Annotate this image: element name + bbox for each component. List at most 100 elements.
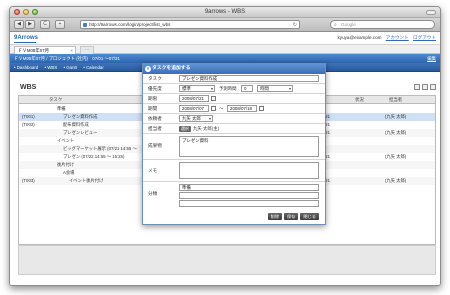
row-name: プレゼン資料作成	[63, 114, 98, 119]
nav-gantt[interactable]: • Gantt	[63, 65, 77, 70]
nav-calendar[interactable]: • Calendar	[83, 65, 104, 70]
address-bar[interactable]: http://9arrows.com/login/project/list_wb…	[80, 20, 300, 29]
row-owner: (九矢 太郎)	[385, 114, 407, 119]
forward-button[interactable]: ▶	[25, 20, 35, 29]
project-tab[interactable]: ＦＶM08年07月 ×	[14, 46, 76, 54]
deliverable-row: 成果物 プレゼン資料	[143, 134, 325, 160]
requester-label: 依頼者	[148, 116, 162, 121]
task-label: タスク	[148, 76, 162, 81]
assignee-value: 九矢 太郎(主)	[193, 126, 220, 131]
task-form: タスク プレゼン資料作成 優先度 標準 ▾ 予測時間 0 時間 ▾ 期限 2008/…	[143, 74, 325, 208]
project-edit-link[interactable]: 編集	[427, 54, 436, 63]
close-tab-icon[interactable]: ×	[70, 47, 73, 54]
deadline-input[interactable]: 2008/07/21	[179, 95, 209, 102]
project-tab-label: ＦＶM08年07月	[18, 48, 49, 53]
close-button[interactable]: 閉じる	[300, 213, 319, 220]
nav-dashboard[interactable]: • Dashboard	[14, 65, 38, 70]
estimate-unit-value: 時間	[260, 86, 269, 91]
search-placeholder: Google	[341, 22, 356, 27]
period-end-input[interactable]: 2008/07/18	[227, 105, 257, 112]
window-title: 9arrows - WBS	[204, 9, 246, 15]
add-task-dialog: × タスクを追加する タスク プレゼン資料作成 優先度 標準 ▾ 予測時間 0 時…	[142, 63, 326, 225]
period-start-input[interactable]: 2008/07/07	[179, 105, 209, 112]
assignee-label: 担当者	[148, 126, 162, 131]
user-email: kyuya@example.com	[337, 35, 382, 40]
calendar-icon[interactable]	[211, 96, 216, 101]
row-name: プレゼンレビュー	[63, 130, 98, 135]
add-bookmark-button[interactable]: +	[55, 20, 65, 29]
header-status: 状況	[355, 97, 364, 102]
search-field[interactable]: ⌕ Google	[330, 20, 435, 29]
period-row: 期間 2008/07/07 〜 2008/07/18	[143, 104, 325, 114]
row-name: イベント後片付け	[69, 178, 104, 183]
more-tabs-button[interactable]: ⋯	[80, 46, 94, 54]
category-label: 分類	[148, 191, 158, 196]
project-bar-text: ＦＶM08年07月 / プロジェクト (社内) 07/01 〜07/31	[14, 56, 120, 61]
requester-select[interactable]: 九矢 太郎 ▾	[179, 115, 213, 122]
user-info: kyuya@example.com アカウント ログアウト	[337, 35, 436, 41]
logout-link[interactable]: ログアウト	[413, 35, 436, 40]
row-name: 配布資料作成	[63, 122, 89, 127]
period-label: 期間	[148, 106, 158, 111]
browser-toolbar: ◀ ▶ C + http://9arrows.com/login/project…	[10, 18, 440, 32]
back-button[interactable]: ◀	[14, 20, 24, 29]
task-row: タスク プレゼン資料作成	[143, 74, 325, 84]
export-icon[interactable]	[414, 84, 420, 90]
memo-label: メモ	[148, 168, 158, 173]
deliverable-textarea[interactable]: プレゼン資料	[179, 136, 319, 157]
memo-textarea[interactable]	[179, 162, 319, 179]
row-name: 準備	[57, 106, 66, 111]
dialog-buttons: 削除 保存 閉じる	[267, 213, 319, 220]
reload-icon[interactable]: ↻	[293, 21, 297, 29]
dialog-title: タスクを追加する	[152, 66, 191, 71]
reload-button[interactable]: C	[40, 20, 50, 29]
row-owner: (九矢 太郎)	[385, 130, 407, 135]
requester-value: 九矢 太郎	[182, 116, 201, 121]
category-input-2[interactable]	[179, 192, 319, 199]
browser-window: 9arrows - WBS ◀ ▶ C + http://9arrows.com…	[9, 6, 441, 286]
priority-select[interactable]: 標準 ▾	[179, 85, 215, 92]
deliverable-label: 成果物	[148, 143, 162, 148]
page-title: WBS	[20, 84, 37, 91]
dialog-title-bar: × タスクを追加する	[143, 64, 325, 74]
task-input[interactable]: プレゼン資料作成	[179, 75, 319, 82]
priority-value: 標準	[182, 86, 191, 91]
row-name: 後片付け	[57, 162, 75, 167]
calendar-icon[interactable]	[211, 106, 216, 111]
memo-row: メモ	[143, 160, 325, 182]
row-name: イベント	[57, 138, 75, 143]
account-link[interactable]: アカウント	[386, 35, 409, 40]
title-bar: 9arrows - WBS	[10, 7, 440, 18]
estimate-label: 予測時間	[219, 86, 237, 91]
footer-area	[18, 245, 436, 275]
print-icon[interactable]	[422, 84, 428, 90]
category-input-1[interactable]: 準備	[179, 184, 319, 191]
row-name: ビッグマーケット展示 (07/21 14:55 〜	[63, 146, 137, 151]
row-name: プレゼン (07/22 14:55 〜 15:25)	[63, 154, 125, 159]
priority-label: 優先度	[148, 86, 162, 91]
row-id: (T002)	[22, 122, 35, 127]
row-id: (T001)	[22, 114, 35, 119]
row-id: (T003)	[22, 178, 35, 183]
category-row: 分類 準備	[143, 182, 325, 208]
assignee-select-button[interactable]: 選択	[179, 126, 191, 132]
calendar-icon[interactable]	[259, 106, 264, 111]
url-text: http://9arrows.com/login/project/list_wb…	[89, 22, 171, 27]
project-tab-bar: ＦＶM08年07月 × ⋯	[10, 45, 440, 54]
logo-underline	[14, 42, 36, 43]
deadline-row: 期限 2008/07/21	[143, 94, 325, 104]
estimate-unit-select[interactable]: 時間 ▾	[257, 85, 293, 92]
priority-row: 優先度 標準 ▾ 予測時間 0 時間 ▾	[143, 84, 325, 94]
chevron-down-icon: ▾	[210, 86, 213, 91]
site-icon	[83, 23, 87, 27]
app-logo[interactable]: 9Arrows	[14, 35, 38, 41]
toolbar-toggle-button[interactable]	[426, 10, 436, 15]
wbs-tools	[414, 84, 436, 90]
category-input-3[interactable]	[179, 200, 319, 207]
nav-wbs[interactable]: • WBS	[44, 65, 57, 70]
settings-icon[interactable]	[430, 84, 436, 90]
save-button[interactable]: 保存	[284, 213, 299, 220]
estimate-input[interactable]: 0	[241, 85, 253, 92]
delete-button[interactable]: 削除	[267, 213, 283, 220]
close-dialog-icon[interactable]: ×	[145, 66, 151, 72]
